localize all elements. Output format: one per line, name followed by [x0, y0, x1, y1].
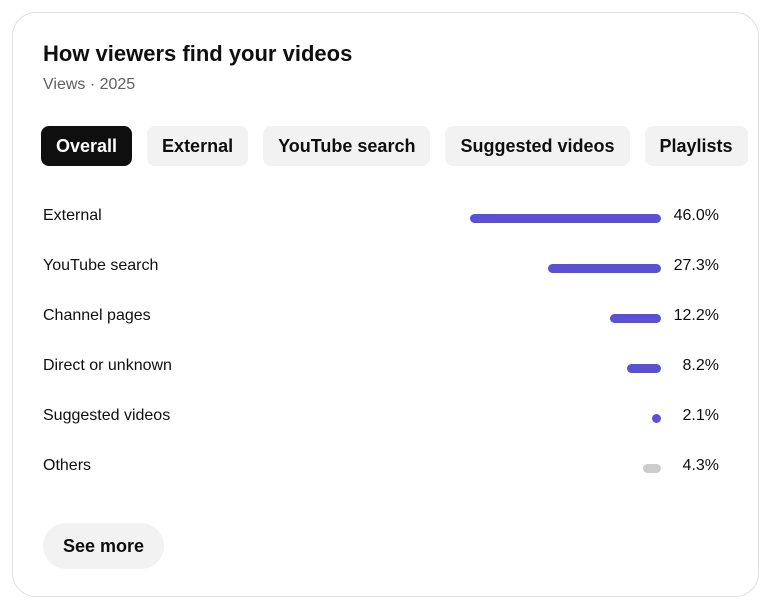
traffic-source-row: Others 4.3% [43, 443, 733, 493]
tab-playlists[interactable]: Playlists [644, 126, 748, 166]
traffic-source-bar [470, 214, 661, 223]
traffic-source-bar [548, 264, 661, 273]
traffic-sources-card: How viewers find your videos Views · 202… [12, 12, 759, 597]
traffic-source-row: YouTube search 27.3% [43, 243, 733, 293]
traffic-source-bar [652, 414, 661, 423]
traffic-source-label: Suggested videos [43, 407, 171, 424]
traffic-source-bar [610, 314, 661, 323]
traffic-source-row: Channel pages 12.2% [43, 293, 733, 343]
tab-youtube-search[interactable]: YouTube search [263, 126, 431, 166]
tab-suggested-videos[interactable]: Suggested videos [445, 126, 630, 166]
traffic-source-value: 12.2% [673, 307, 719, 324]
traffic-source-label: YouTube search [43, 257, 159, 274]
traffic-source-row: Direct or unknown 8.2% [43, 343, 733, 393]
tab-overall[interactable]: Overall [41, 126, 133, 166]
see-more-button[interactable]: See more [43, 523, 165, 569]
traffic-source-bar [627, 364, 661, 373]
traffic-source-value: 27.3% [673, 257, 719, 274]
traffic-source-value: 4.3% [682, 457, 719, 474]
card-subtitle: Views · 2025 [43, 76, 136, 93]
traffic-source-value: 8.2% [682, 357, 719, 374]
traffic-source-row: Suggested videos 2.1% [43, 393, 733, 443]
traffic-source-bar [643, 464, 661, 473]
traffic-source-label: Direct or unknown [43, 357, 172, 374]
traffic-source-label: Others [43, 457, 92, 474]
traffic-source-chart: External 46.0% YouTube search 27.3% Channel … [43, 193, 733, 493]
traffic-source-value: 46.0% [673, 207, 719, 224]
traffic-source-label: External [43, 207, 102, 224]
traffic-source-label: Channel pages [43, 307, 151, 324]
card-title: How viewers find your videos [43, 41, 353, 66]
traffic-source-value: 2.1% [682, 407, 719, 424]
traffic-source-row: External 46.0% [43, 193, 733, 243]
tab-external[interactable]: External [147, 126, 249, 166]
filter-tabs: Overall External YouTube search Suggeste… [41, 126, 748, 166]
